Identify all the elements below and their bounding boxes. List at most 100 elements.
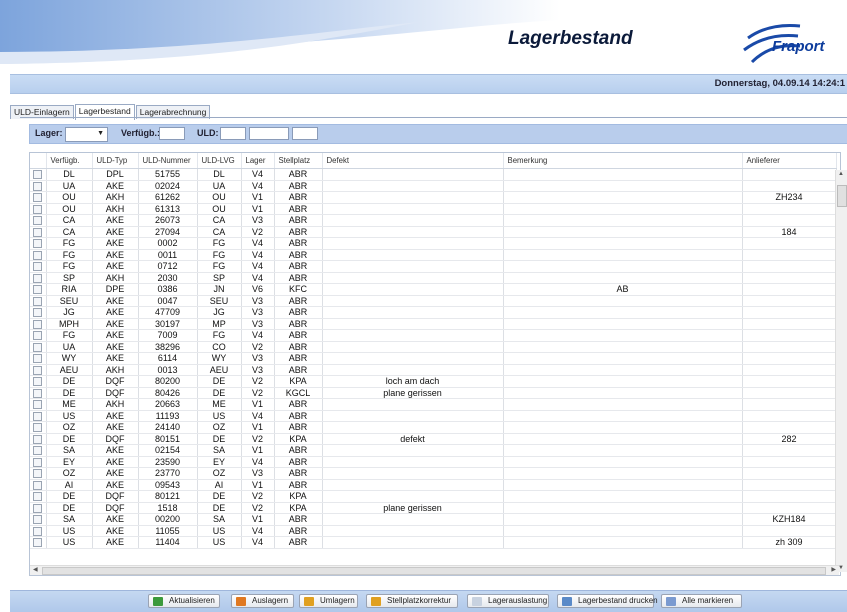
uld-input-3[interactable] bbox=[292, 127, 318, 140]
row-checkbox-cell[interactable] bbox=[30, 364, 47, 376]
row-checkbox-cell[interactable] bbox=[30, 398, 47, 411]
row-checkbox-cell[interactable] bbox=[30, 226, 47, 238]
scroll-right-icon[interactable]: ▶ bbox=[831, 566, 836, 573]
row-checkbox-cell[interactable] bbox=[30, 306, 47, 319]
row-checkbox[interactable] bbox=[33, 526, 43, 536]
table-row[interactable]: OZ AKE 23770 OZ V3 ABR bbox=[30, 467, 837, 480]
table-row[interactable]: SA AKE 00200 SA V1 ABR KZH184 bbox=[30, 513, 837, 526]
table-row[interactable]: FG AKE 7009 FG V4 ABR bbox=[30, 329, 837, 342]
row-checkbox-cell[interactable] bbox=[30, 237, 47, 250]
row-checkbox[interactable] bbox=[33, 308, 43, 318]
table-row[interactable]: OU AKH 61313 OU V1 ABR bbox=[30, 203, 837, 215]
table-row[interactable]: US AKE 11055 US V4 ABR bbox=[30, 525, 837, 537]
table-row[interactable]: SEU AKE 0047 SEU V3 ABR bbox=[30, 295, 837, 307]
scroll-up-icon[interactable]: ▲ bbox=[838, 171, 844, 177]
row-checkbox-cell[interactable] bbox=[30, 180, 47, 192]
column-header[interactable]: Bemerkung bbox=[503, 153, 743, 169]
row-checkbox[interactable] bbox=[33, 319, 43, 329]
table-row[interactable]: AI AKE 09543 AI V1 ABR bbox=[30, 479, 837, 491]
table-row[interactable]: SA AKE 02154 SA V1 ABR bbox=[30, 444, 837, 457]
row-checkbox[interactable] bbox=[33, 216, 43, 226]
row-checkbox[interactable] bbox=[33, 388, 43, 398]
row-checkbox-cell[interactable] bbox=[30, 260, 47, 273]
row-checkbox[interactable] bbox=[33, 296, 43, 306]
row-checkbox-cell[interactable] bbox=[30, 283, 47, 296]
row-checkbox-cell[interactable] bbox=[30, 375, 47, 388]
row-checkbox[interactable] bbox=[33, 342, 43, 352]
row-checkbox[interactable] bbox=[33, 239, 43, 249]
table-row[interactable]: DE DQF 80121 DE V2 KPA bbox=[30, 490, 837, 503]
lager-select[interactable]: ▼ bbox=[65, 127, 108, 142]
table-row[interactable]: AEU AKH 0013 AEU V3 ABR bbox=[30, 364, 837, 376]
row-checkbox-cell[interactable] bbox=[30, 433, 47, 445]
lagerauslastung-button[interactable]: Lagerauslastung bbox=[467, 594, 549, 608]
column-header[interactable]: ULD-Typ bbox=[92, 153, 139, 169]
table-row[interactable]: MPH AKE 30197 MP V3 ABR bbox=[30, 318, 837, 330]
column-header[interactable]: ULD-LVG bbox=[197, 153, 242, 169]
stellplatzkorrektur-button[interactable]: Stellplatzkorrektur bbox=[366, 594, 458, 608]
row-checkbox[interactable] bbox=[33, 423, 43, 433]
row-checkbox-cell[interactable] bbox=[30, 502, 47, 514]
table-row[interactable]: ME AKH 20663 ME V1 ABR bbox=[30, 398, 837, 411]
row-checkbox-cell[interactable] bbox=[30, 525, 47, 537]
table-row[interactable]: OZ AKE 24140 OZ V1 ABR bbox=[30, 421, 837, 434]
row-checkbox[interactable] bbox=[33, 469, 43, 479]
row-checkbox[interactable] bbox=[33, 250, 43, 260]
hscroll-thumb[interactable] bbox=[42, 567, 826, 575]
row-checkbox-cell[interactable] bbox=[30, 203, 47, 215]
table-row[interactable]: EY AKE 23590 EY V4 ABR bbox=[30, 456, 837, 468]
row-checkbox[interactable] bbox=[33, 331, 43, 341]
row-checkbox[interactable] bbox=[33, 181, 43, 191]
table-row[interactable]: CA AKE 27094 CA V2 ABR 184 bbox=[30, 226, 837, 238]
row-checkbox[interactable] bbox=[33, 503, 43, 513]
row-checkbox[interactable] bbox=[33, 538, 43, 548]
row-checkbox[interactable] bbox=[33, 204, 43, 214]
table-row[interactable]: DE DQF 80426 DE V2 KGCL plane gerissen bbox=[30, 387, 837, 399]
table-row[interactable]: RIA DPE 0386 JN V6 KFC AB bbox=[30, 283, 837, 296]
column-header[interactable]: Anlieferer bbox=[742, 153, 837, 169]
uld-input-2[interactable] bbox=[249, 127, 289, 140]
row-checkbox-cell[interactable] bbox=[30, 295, 47, 307]
row-checkbox[interactable] bbox=[33, 227, 43, 237]
row-checkbox-cell[interactable] bbox=[30, 318, 47, 330]
row-checkbox[interactable] bbox=[33, 480, 43, 490]
column-header[interactable]: Defekt bbox=[322, 153, 504, 169]
row-checkbox[interactable] bbox=[33, 285, 43, 295]
row-checkbox[interactable] bbox=[33, 262, 43, 272]
table-row[interactable]: SP AKH 2030 SP V4 ABR bbox=[30, 272, 837, 284]
vertical-scrollbar[interactable]: ▲ ▼ bbox=[835, 170, 847, 572]
scroll-left-icon[interactable]: ◀ bbox=[33, 566, 38, 573]
uld-input-1[interactable] bbox=[220, 127, 246, 140]
row-checkbox-cell[interactable] bbox=[30, 410, 47, 422]
table-row[interactable]: UA AKE 38296 CO V2 ABR bbox=[30, 341, 837, 353]
row-checkbox-cell[interactable] bbox=[30, 387, 47, 399]
row-checkbox[interactable] bbox=[33, 434, 43, 444]
row-checkbox-cell[interactable] bbox=[30, 341, 47, 353]
row-checkbox-cell[interactable] bbox=[30, 272, 47, 284]
auslagern-button[interactable]: Auslagern bbox=[231, 594, 294, 608]
umlagern-button[interactable]: Umlagern bbox=[299, 594, 358, 608]
column-header[interactable]: Verfügb. bbox=[46, 153, 93, 169]
table-row[interactable]: US AKE 11404 US V4 ABR zh 309 bbox=[30, 536, 837, 549]
table-row[interactable]: JG AKE 47709 JG V3 ABR bbox=[30, 306, 837, 319]
scroll-thumb[interactable] bbox=[837, 185, 847, 207]
row-checkbox[interactable] bbox=[33, 365, 43, 375]
row-checkbox-cell[interactable] bbox=[30, 352, 47, 365]
row-checkbox-cell[interactable] bbox=[30, 467, 47, 480]
table-row[interactable]: DE DQF 80151 DE V2 KPA defekt 282 bbox=[30, 433, 837, 445]
row-checkbox-cell[interactable] bbox=[30, 536, 47, 549]
aktualisieren-button[interactable]: Aktualisieren bbox=[148, 594, 220, 608]
row-checkbox[interactable] bbox=[33, 354, 43, 364]
row-checkbox[interactable] bbox=[33, 170, 43, 180]
row-checkbox-cell[interactable] bbox=[30, 214, 47, 227]
table-row[interactable]: US AKE 11193 US V4 ABR bbox=[30, 410, 837, 422]
column-header-select[interactable] bbox=[30, 153, 47, 169]
table-row[interactable]: DE DQF 80200 DE V2 KPA loch am dach bbox=[30, 375, 837, 388]
row-checkbox-cell[interactable] bbox=[30, 168, 47, 181]
table-row[interactable]: DL DPL 51755 DL V4 ABR bbox=[30, 168, 837, 181]
column-header[interactable]: Lager bbox=[241, 153, 275, 169]
row-checkbox-cell[interactable] bbox=[30, 191, 47, 204]
table-row[interactable]: WY AKE 6114 WY V3 ABR bbox=[30, 352, 837, 365]
horizontal-scrollbar[interactable]: ◀ ▶ bbox=[30, 565, 839, 575]
row-checkbox-cell[interactable] bbox=[30, 479, 47, 491]
